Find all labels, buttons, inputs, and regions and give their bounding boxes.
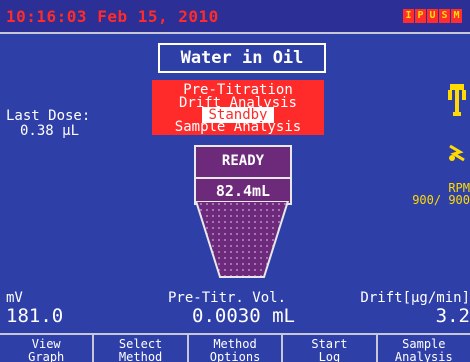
view-graph-button[interactable]: View Graph	[0, 335, 95, 362]
last-dose-label: Last Dose:	[6, 108, 91, 124]
softkey-label-line2: Options	[209, 350, 261, 362]
method-options-button[interactable]: Method Options	[189, 335, 284, 362]
drift-label: Drift[μg/min]	[360, 290, 470, 306]
start-log-button[interactable]: Start Log	[283, 335, 378, 362]
vessel-volume: 82.4mL	[215, 182, 271, 200]
select-method-button[interactable]: Select Method	[94, 335, 189, 362]
vessel-status-box: READY	[194, 145, 292, 179]
mv-value: 181.0	[6, 305, 64, 327]
softkey-label-line2: Log	[318, 350, 341, 362]
softkey-label-line1: View	[31, 337, 61, 351]
status-badges: I P U S M	[403, 9, 462, 23]
titration-vessel-icon	[194, 201, 290, 278]
header-bar: 10:16:03 Feb 15, 2010 I P U S M	[0, 0, 470, 34]
pretitr-vol-value: 0.0030 mL	[192, 305, 295, 327]
softkey-label-line1: Start	[311, 337, 348, 351]
last-dose-value: 0.38 μL	[20, 123, 80, 139]
softkey-label-line1: Sample	[402, 337, 446, 351]
method-title-box: Water in Oil	[158, 43, 326, 73]
softkey-label-line2: Method	[118, 350, 163, 362]
mv-label: mV	[6, 290, 23, 306]
status-badge-s: S	[439, 9, 450, 23]
titrator-screen: 10:16:03 Feb 15, 2010 I P U S M Water in…	[0, 0, 470, 362]
status-badge-p: P	[415, 9, 426, 23]
method-title: Water in Oil	[180, 48, 304, 68]
status-badge-u: U	[427, 9, 438, 23]
state-list: Pre-Titration Drift Analysis Standby Sam…	[152, 80, 324, 135]
pretitr-vol-label: Pre-Titr. Vol.	[168, 290, 287, 306]
datetime-display: 10:16:03 Feb 15, 2010	[6, 7, 219, 26]
softkey-label-line1: Method	[213, 337, 257, 351]
softkey-label-line1: Select	[118, 337, 163, 351]
state-item-sample-analysis: Sample Analysis	[174, 119, 302, 135]
softkey-label-line2: Graph	[28, 350, 65, 362]
drift-value: 3.2	[435, 305, 470, 327]
stirrer-icon	[449, 144, 465, 162]
status-badge-i: I	[403, 9, 414, 23]
rpm-values: 900/ 900	[412, 193, 470, 207]
vessel-status: READY	[221, 153, 265, 169]
electrode-probe-icon	[448, 84, 466, 116]
sample-analysis-button[interactable]: Sample Analysis	[378, 335, 470, 362]
softkey-label-line2: Analysis	[394, 350, 453, 362]
softkey-bar: View Graph Select Method Method Options …	[0, 333, 470, 362]
status-badge-m: M	[451, 9, 462, 23]
